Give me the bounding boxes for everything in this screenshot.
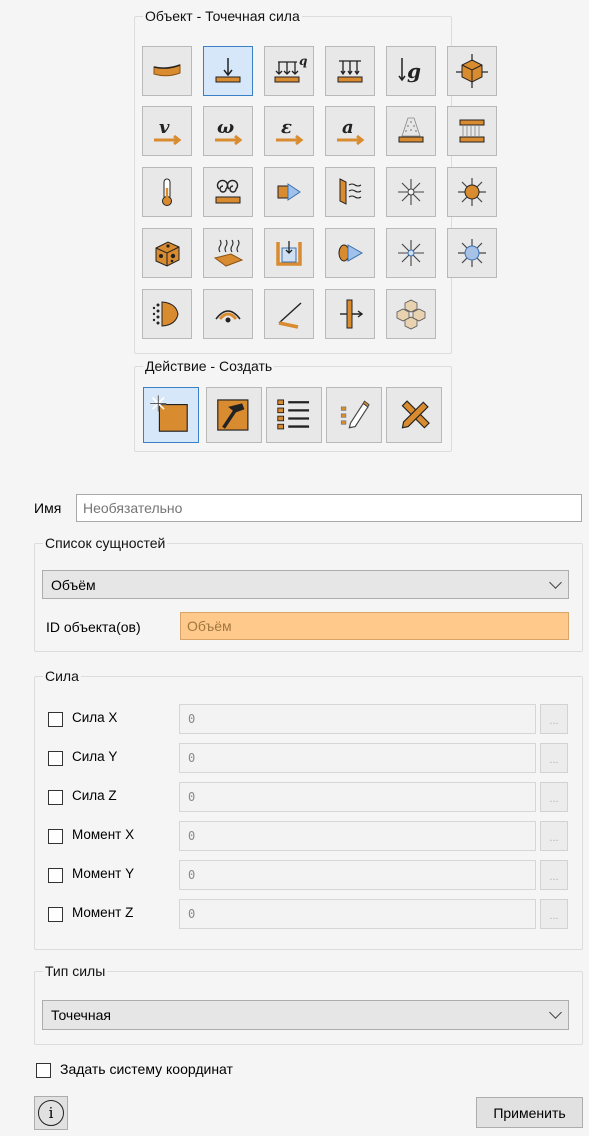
force-label: Момент Z [72,905,134,920]
name-label: Имя [34,500,62,516]
force-value-input[interactable]: 0 [179,743,536,773]
force-expression-button[interactable]: ... [540,860,568,890]
force-value-input[interactable]: 0 [179,860,536,890]
svg-text:q: q [299,54,307,68]
list-icon[interactable] [266,387,322,443]
entity-type-select[interactable]: Объём [42,570,569,599]
info-button[interactable]: i [34,1096,68,1130]
shower-load-icon[interactable] [386,106,436,156]
coord-system-label: Задать систему координат [60,1061,233,1077]
radiation-star-blue-icon[interactable] [386,228,436,278]
force-value-input[interactable]: 0 [179,782,536,812]
force-group-title: Сила [45,668,79,684]
flow-cylinder-icon[interactable] [325,228,375,278]
force-type-value: Точечная [51,1007,111,1023]
svg-text:ω: ω [217,117,234,138]
object-id-value: Объём [187,618,232,634]
force-expression-button[interactable]: ... [540,899,568,929]
force-checkbox[interactable] [48,907,63,922]
cheese-block-icon[interactable] [142,228,192,278]
chevron-down-icon [549,575,562,589]
name-input[interactable] [76,494,582,522]
object-id-input[interactable]: Объём [180,612,569,640]
entity-list-title: Список сущностей [45,535,166,551]
acceleration-a-icon[interactable]: a [325,106,375,156]
force-value-input[interactable]: 0 [179,821,536,851]
coord-system-checkbox[interactable] [36,1063,51,1078]
heat-flux-spiral-icon[interactable] [203,167,253,217]
radiation-star-icon[interactable] [386,167,436,217]
force-expression-button[interactable]: ... [540,743,568,773]
force-checkbox[interactable] [48,829,63,844]
bolt-preload-icon[interactable] [325,289,375,339]
force-checkbox[interactable] [48,712,63,727]
object-group-title: Объект - Точечная сила [145,8,300,24]
create-sparkle-icon[interactable] [143,387,199,443]
force-type-select[interactable]: Точечная [42,1000,569,1030]
heat-source-plate-icon[interactable] [203,228,253,278]
edit-pencil-icon[interactable] [326,387,382,443]
force-label: Сила Y [72,749,118,764]
pressure-plate-icon[interactable] [447,106,497,156]
velocity-v-icon[interactable]: v [142,106,192,156]
force-expression-button[interactable]: ... [540,704,568,734]
angular-velocity-omega-icon[interactable]: ω [203,106,253,156]
force-checkbox[interactable] [48,790,63,805]
force-value-input[interactable]: 0 [179,704,536,734]
force-type-title: Тип силы [45,963,106,979]
surface-mesh-icon[interactable] [142,289,192,339]
beam-bend-icon[interactable] [142,46,192,96]
force-checkbox[interactable] [48,868,63,883]
force-value-input[interactable]: 0 [179,899,536,929]
entity-type-value: Объём [51,576,96,593]
svg-text:a: a [342,117,354,138]
pressure-load-icon[interactable] [325,46,375,96]
point-force-icon[interactable] [203,46,253,96]
force-label: Момент X [72,827,135,842]
force-label: Момент Y [72,866,135,881]
force-label: Сила Z [72,788,117,803]
flow-arrow-icon[interactable] [264,167,314,217]
force-value: 0 [188,868,196,882]
strain-epsilon-icon[interactable]: ε [264,106,314,156]
temperature-icon[interactable] [142,167,192,217]
force-value: 0 [188,751,196,765]
force-expression-button[interactable]: ... [540,782,568,812]
svg-text:ε: ε [281,117,292,138]
distributed-load-q-icon[interactable]: q [264,46,314,96]
svg-text:g: g [407,59,421,83]
force-value: 0 [188,712,196,726]
cube-cluster-icon[interactable] [386,289,436,339]
force-label: Сила X [72,710,118,725]
sun-blue-icon[interactable] [447,228,497,278]
container-load-icon[interactable] [264,228,314,278]
action-group-title: Действие - Создать [145,358,273,374]
force-value: 0 [188,790,196,804]
eye-icon[interactable] [203,289,253,339]
chevron-down-icon [549,1006,562,1019]
sun-radiation-icon[interactable] [447,167,497,217]
force-value: 0 [188,907,196,921]
info-icon: i [38,1100,64,1126]
gravity-g-icon[interactable]: g [386,46,436,96]
object-id-label: ID объекта(ов) [46,619,141,635]
apply-button[interactable]: Применить [476,1097,583,1128]
svg-text:v: v [159,117,170,138]
angle-check-icon[interactable] [264,289,314,339]
modify-hammer-icon[interactable] [206,387,262,443]
force-value: 0 [188,829,196,843]
body-load-icon[interactable] [447,46,497,96]
delete-tools-icon[interactable] [386,387,442,443]
convection-wall-icon[interactable] [325,167,375,217]
force-checkbox[interactable] [48,751,63,766]
force-expression-button[interactable]: ... [540,821,568,851]
